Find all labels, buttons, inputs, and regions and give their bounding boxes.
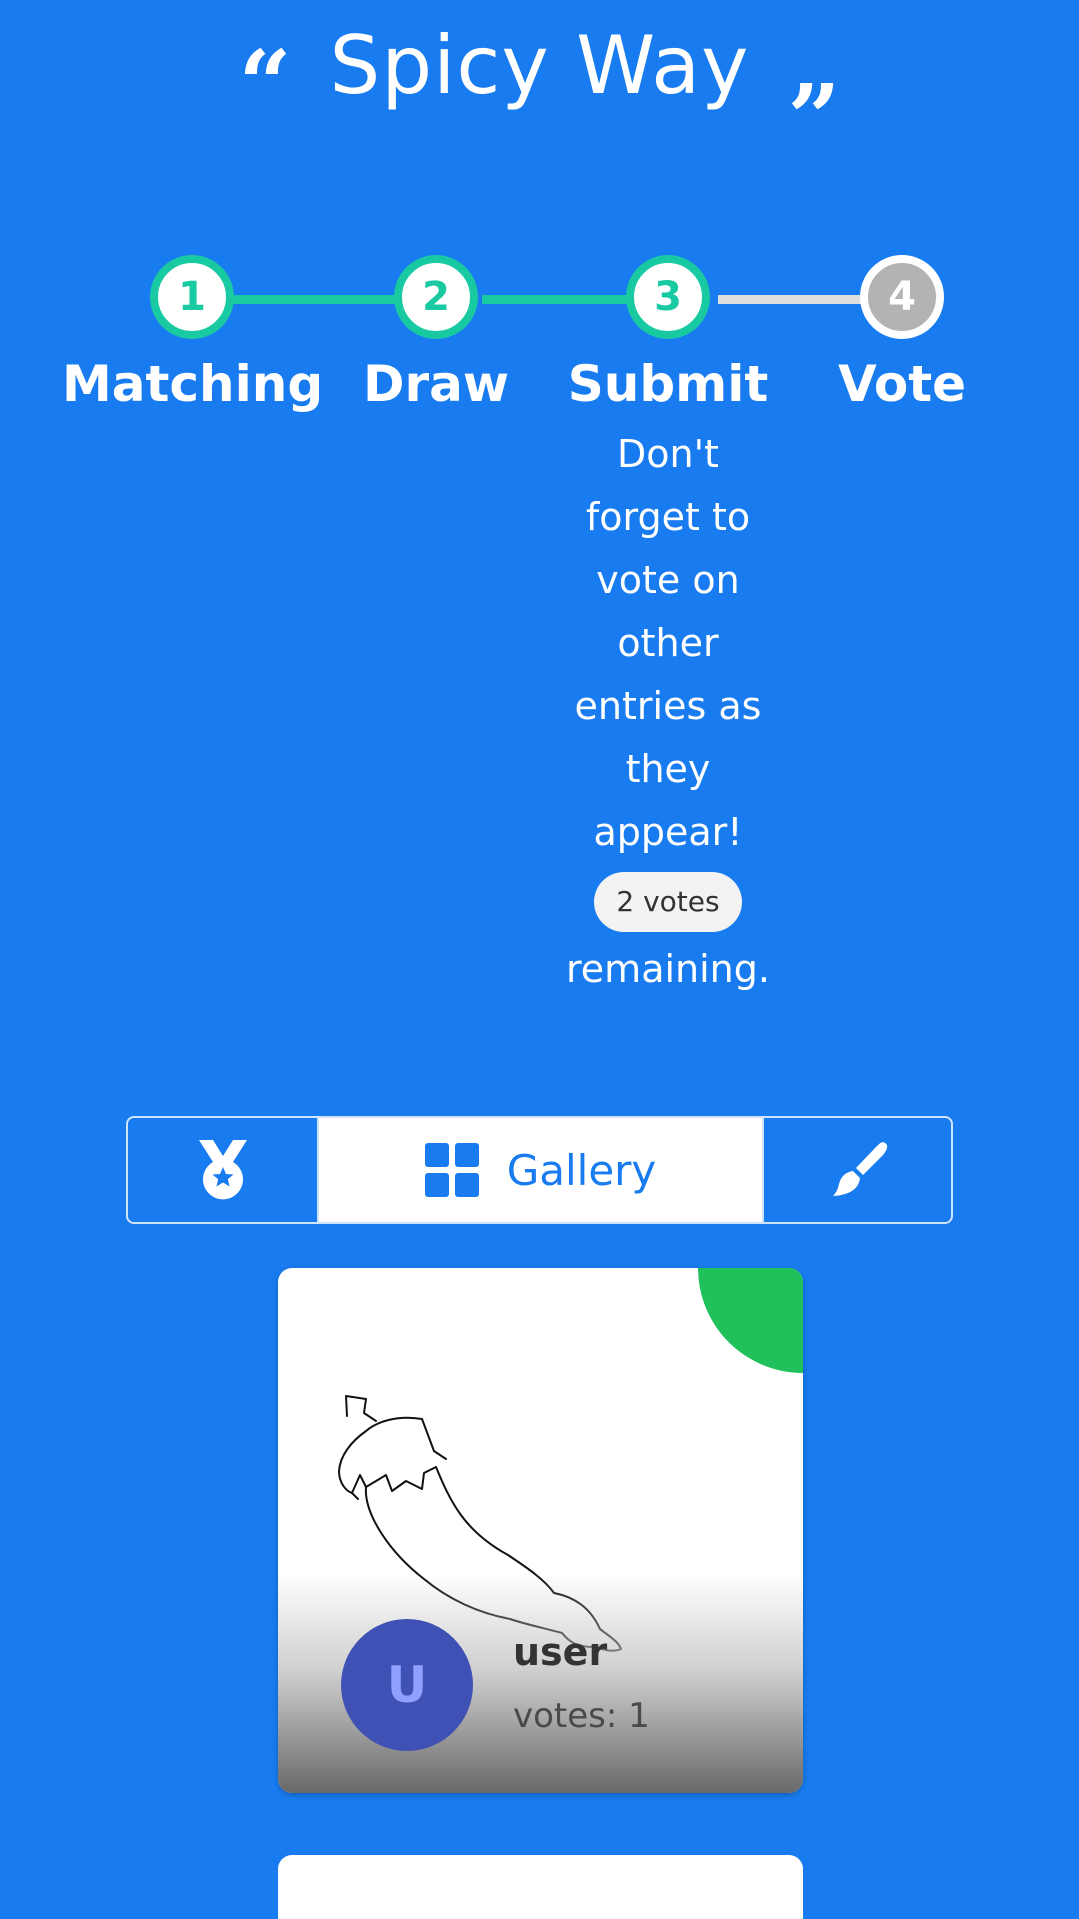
notice-line: they: [625, 747, 711, 791]
tab-draw[interactable]: [762, 1118, 951, 1222]
step-3-label: Submit: [567, 355, 769, 413]
close-quote-icon: ”: [787, 64, 841, 172]
avatar: U: [341, 1619, 473, 1751]
voted-badge: [698, 1268, 803, 1373]
step-1-label: Matching: [62, 355, 324, 413]
tab-gallery[interactable]: Gallery: [319, 1118, 762, 1222]
step-4-label: Vote: [837, 355, 967, 413]
page-header: “ Spicy Way ”: [0, 19, 1079, 172]
step-connector-3-4: [718, 295, 868, 304]
open-quote-icon: “: [238, 30, 292, 138]
tab-leaderboard[interactable]: [128, 1118, 319, 1222]
step-4-indicator: 4: [860, 255, 944, 339]
notice-line: entries as: [574, 684, 762, 728]
page: “ Spicy Way ” 1 2 3 4 Matching Draw Subm…: [0, 0, 1079, 1919]
step-2-label: Draw: [362, 355, 510, 413]
gallery-entry-card[interactable]: U user votes: 1: [278, 1268, 803, 1793]
medal-icon: [198, 1140, 247, 1200]
gallery-entry-card-next[interactable]: [278, 1855, 803, 1919]
notice-suffix: remaining.: [566, 947, 770, 991]
step-2-indicator: 2: [394, 255, 478, 339]
entry-votes: votes: 1: [513, 1696, 650, 1736]
notice-line: appear!: [593, 810, 743, 854]
notice-line: forget to: [585, 495, 751, 539]
view-tabs: Gallery: [126, 1116, 953, 1224]
votes-remaining-badge: 2 votes: [594, 872, 742, 932]
notice-line: vote on: [596, 558, 740, 602]
step-3-indicator: 3: [626, 255, 710, 339]
page-title: Spicy Way: [329, 19, 750, 112]
step-1-indicator: 1: [150, 255, 234, 339]
tab-gallery-label: Gallery: [506, 1145, 657, 1195]
grid-icon: [424, 1143, 479, 1197]
progress-stepper: 1 2 3 4 Matching Draw Submit Vote Don't …: [0, 255, 1079, 995]
submit-notice: Don't forget to vote on other entries as…: [566, 423, 770, 1001]
step-connector-2-3: [482, 295, 634, 304]
notice-line: Don't: [617, 432, 719, 476]
paintbrush-icon: [832, 1142, 887, 1196]
notice-line: other: [617, 621, 719, 665]
entry-author: user: [513, 1630, 608, 1674]
